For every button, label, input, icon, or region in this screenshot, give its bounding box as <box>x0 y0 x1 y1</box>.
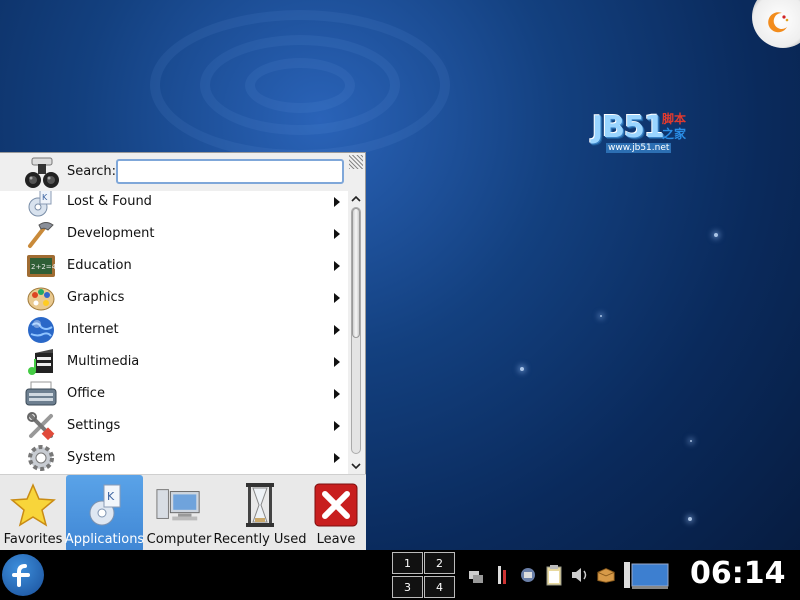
printer-icon[interactable] <box>518 563 538 587</box>
corner-logo <box>752 0 800 48</box>
star-icon <box>9 483 57 527</box>
watermark: JB51 脚本 之家 www.jb51.net <box>592 110 692 156</box>
search-row: Search: <box>0 153 366 191</box>
workspace-3[interactable]: 3 <box>392 576 423 598</box>
graphics-icon <box>24 282 58 314</box>
submenu-arrow-icon <box>334 389 340 399</box>
network-icon[interactable] <box>466 563 486 587</box>
scroll-track[interactable] <box>351 207 361 454</box>
clipboard-icon[interactable] <box>544 563 564 587</box>
tab-label: Computer <box>146 532 212 547</box>
tab-label: Recently Used <box>213 532 307 547</box>
menu-item-education[interactable]: 2+2=4 Education <box>0 250 348 282</box>
svg-text:2+2=4: 2+2=4 <box>31 263 56 271</box>
submenu-arrow-icon <box>334 325 340 335</box>
taskbar: 1 2 3 4 06:14 <box>0 550 800 600</box>
submenu-arrow-icon <box>334 229 340 239</box>
scroll-down-icon[interactable] <box>351 461 361 471</box>
submenu-arrow-icon <box>334 453 340 463</box>
category-scrollbar[interactable] <box>348 191 364 474</box>
tab-label: Favorites <box>3 532 63 547</box>
workspace-1[interactable]: 1 <box>392 552 423 574</box>
applications-icon: K <box>81 483 129 527</box>
submenu-arrow-icon <box>334 357 340 367</box>
menu-item-label: Settings <box>67 418 121 433</box>
tab-computer[interactable]: Computer <box>146 475 212 552</box>
submenu-arrow-icon <box>334 293 340 303</box>
start-menu-button[interactable] <box>2 554 44 596</box>
search-label: Search: <box>67 164 117 179</box>
menu-item-label: Internet <box>67 322 119 337</box>
watermark-logo-text: JB51 <box>592 110 665 145</box>
education-icon: 2+2=4 <box>24 250 58 282</box>
multimedia-icon <box>24 346 58 378</box>
menu-item-internet[interactable]: Internet <box>0 314 348 346</box>
tab-label: Leave <box>316 532 356 547</box>
binoculars-icon <box>24 156 60 190</box>
menu-item-label: Graphics <box>67 290 125 305</box>
menu-tab-bar: Favorites K Applications Computer Recent… <box>0 474 366 552</box>
menu-item-graphics[interactable]: Graphics <box>0 282 348 314</box>
lost-found-icon: K <box>24 191 58 218</box>
category-list: K Lost & Found Development 2+2=4 Educati… <box>0 191 348 474</box>
wallpaper-ring <box>245 58 355 113</box>
menu-item-settings[interactable]: Settings <box>0 410 348 442</box>
watermark-cn-2: 之家 <box>662 127 687 141</box>
workspace-2[interactable]: 2 <box>424 552 455 574</box>
system-icon <box>24 442 58 474</box>
menu-item-label: Education <box>67 258 132 273</box>
hourglass-icon <box>236 483 284 527</box>
tab-recently-used[interactable]: Recently Used <box>214 475 306 552</box>
wallpaper-star <box>600 315 602 317</box>
internet-icon <box>24 314 58 346</box>
clipboard-tool-icon[interactable] <box>492 563 512 587</box>
watermark-url: www.jb51.net <box>606 143 672 153</box>
development-icon <box>24 218 58 250</box>
tab-applications[interactable]: K Applications <box>64 475 145 552</box>
system-tray <box>466 560 672 590</box>
wallpaper-star <box>520 367 524 371</box>
menu-item-development[interactable]: Development <box>0 218 348 250</box>
workspace-pager: 1 2 3 4 <box>392 552 456 598</box>
scroll-up-icon[interactable] <box>351 194 361 204</box>
menu-item-label: System <box>67 450 116 465</box>
menu-item-multimedia[interactable]: Multimedia <box>0 346 348 378</box>
tab-favorites[interactable]: Favorites <box>2 475 64 552</box>
menu-item-label: Development <box>67 226 155 241</box>
menu-item-label: Lost & Found <box>67 194 152 209</box>
submenu-arrow-icon <box>334 421 340 431</box>
search-input[interactable] <box>116 159 344 184</box>
wallpaper-star <box>690 440 692 442</box>
menu-item-system[interactable]: System <box>0 442 348 474</box>
menu-item-lost-found[interactable]: K Lost & Found <box>0 191 348 218</box>
office-icon <box>24 378 58 410</box>
submenu-arrow-icon <box>334 197 340 207</box>
svg-text:K: K <box>107 490 115 503</box>
fedora-logo-icon <box>12 564 30 587</box>
wallpaper-star <box>688 517 692 521</box>
device-notifier-icon[interactable] <box>622 562 672 589</box>
volume-icon[interactable] <box>570 563 590 587</box>
submenu-arrow-icon <box>334 261 340 271</box>
svg-text:K: K <box>42 193 48 202</box>
application-menu: Search: K Lost & Found Development 2+2=4… <box>0 152 366 552</box>
menu-item-label: Multimedia <box>67 354 140 369</box>
wallpaper-star <box>714 233 718 237</box>
settings-icon <box>24 410 58 442</box>
scroll-thumb[interactable] <box>352 208 360 338</box>
menu-item-office[interactable]: Office <box>0 378 348 410</box>
tab-label: Applications <box>64 532 145 547</box>
package-icon[interactable] <box>596 563 616 587</box>
moon-logo-icon <box>768 12 789 33</box>
clock[interactable]: 06:14 <box>690 556 786 591</box>
computer-icon <box>155 483 203 527</box>
leave-icon <box>312 483 360 527</box>
menu-item-label: Office <box>67 386 105 401</box>
workspace-4[interactable]: 4 <box>424 576 455 598</box>
tab-leave[interactable]: Leave <box>308 475 364 552</box>
